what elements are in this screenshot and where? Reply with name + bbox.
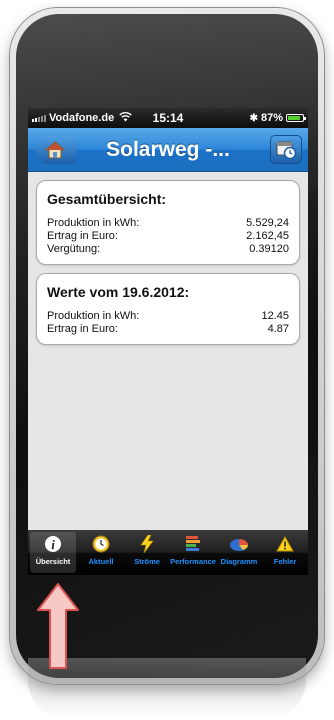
battery-percent: 87% — [260, 112, 283, 124]
calendar-button[interactable] — [270, 135, 302, 164]
row-value: 0.39120 — [249, 243, 289, 255]
overview-card: Gesamtübersicht: Produktion in kWh: 5.52… — [36, 180, 300, 265]
overview-row-compensation: Vergütung: 0.39120 — [47, 243, 289, 256]
warning-icon — [276, 535, 294, 553]
home-back-button[interactable] — [34, 136, 76, 164]
row-label: Produktion in kWh: — [47, 217, 140, 229]
row-label: Vergütung: — [47, 243, 101, 255]
signal-icon — [32, 114, 46, 122]
carrier-name: Vodafone.de — [49, 112, 115, 124]
svg-text:i: i — [51, 537, 55, 552]
tab-label: Ströme — [134, 557, 160, 566]
tab-currents[interactable]: Ströme — [124, 530, 170, 575]
tab-errors[interactable]: Fehler — [262, 530, 308, 575]
pie-chart-icon — [229, 535, 249, 553]
lightning-icon — [140, 535, 154, 553]
row-value: 4.87 — [267, 323, 289, 335]
overview-title: Gesamtübersicht: — [47, 191, 167, 207]
tab-label: Fehler — [273, 557, 297, 566]
app-screen: Vodafone.de 15:14 ✱ 87% Solarweg -... Ge… — [28, 108, 308, 575]
overview-row-production: Produktion in kWh: 5.529,24 — [47, 217, 289, 230]
content-area: Gesamtübersicht: Produktion in kWh: 5.52… — [28, 172, 308, 345]
tab-current[interactable]: Aktuell — [78, 530, 124, 575]
overview-row-revenue: Ertrag in Euro: 2.162,45 — [47, 230, 289, 243]
row-value: 5.529,24 — [246, 217, 289, 229]
bar-stack-icon — [185, 535, 201, 553]
page-title: Solarweg -... — [106, 137, 230, 161]
row-value: 2.162,45 — [246, 230, 289, 242]
tab-label: Übersicht — [35, 557, 71, 566]
row-label: Produktion in kWh: — [47, 310, 140, 322]
navigation-bar: Solarweg -... — [28, 128, 308, 172]
tab-overview[interactable]: i Übersicht — [30, 532, 76, 573]
tab-performance[interactable]: Performance — [170, 530, 216, 575]
up-arrow-annotation — [37, 583, 79, 669]
row-label: Ertrag in Euro: — [47, 230, 118, 242]
row-value: 12.45 — [261, 310, 289, 322]
status-right: ✱ 87% — [249, 112, 306, 124]
row-label: Ertrag in Euro: — [47, 323, 118, 335]
tab-bar: i Übersicht Aktuell Ströme Performance D… — [28, 530, 308, 575]
wifi-icon — [119, 111, 132, 125]
info-icon: i — [44, 535, 62, 553]
bluetooth-icon: ✱ — [249, 112, 258, 124]
tab-label: Diagramm — [220, 557, 258, 566]
tab-label: Performance — [170, 557, 216, 566]
calendar-clock-icon — [276, 141, 297, 159]
daily-title: Werte vom 19.6.2012: — [47, 284, 190, 300]
tab-label: Aktuell — [88, 557, 114, 566]
house-icon — [45, 141, 65, 159]
battery-icon — [286, 114, 306, 122]
clock-icon — [92, 535, 110, 553]
daily-row-revenue: Ertrag in Euro: 4.87 — [47, 323, 289, 336]
tab-diagram[interactable]: Diagramm — [216, 530, 262, 575]
status-bar: Vodafone.de 15:14 ✱ 87% — [28, 108, 308, 128]
daily-row-production: Produktion in kWh: 12.45 — [47, 310, 289, 323]
daily-card: Werte vom 19.6.2012: Produktion in kWh: … — [36, 273, 300, 345]
